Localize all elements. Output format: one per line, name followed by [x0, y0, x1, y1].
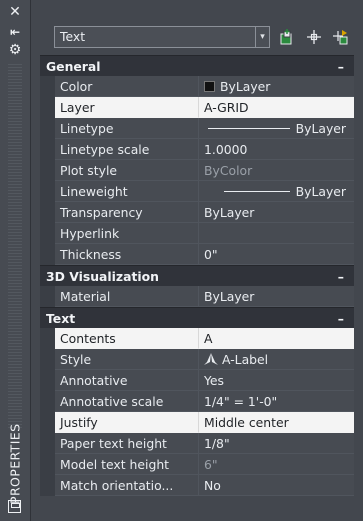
- section-title: 3D Visualization: [46, 269, 159, 284]
- property-value[interactable]: Middle center: [199, 412, 354, 433]
- property-row-annotative-scale[interactable]: Annotative scale 1/4" = 1'-0": [40, 391, 354, 412]
- collapse-icon[interactable]: –: [338, 308, 344, 329]
- property-row-material[interactable]: Material ByLayer: [40, 286, 354, 307]
- property-name: Lineweight: [55, 181, 199, 202]
- property-name: Paper text height: [55, 433, 199, 454]
- property-value[interactable]: A-Label: [199, 349, 354, 370]
- property-row-style[interactable]: Style A-Label: [40, 349, 354, 370]
- property-value[interactable]: A-GRID: [199, 97, 354, 118]
- quick-select-icon[interactable]: [330, 27, 350, 47]
- property-name: Model text height: [55, 454, 199, 475]
- property-value[interactable]: 1/8": [199, 433, 354, 454]
- property-name: Material: [55, 286, 199, 307]
- property-value[interactable]: ByLayer: [199, 202, 354, 223]
- property-name: Thickness: [55, 244, 199, 265]
- property-value[interactable]: 1/4" = 1'-0": [199, 391, 354, 412]
- grip-handle[interactable]: [8, 64, 22, 429]
- property-row-contents[interactable]: Contents A: [40, 328, 354, 349]
- select-objects-icon[interactable]: [304, 27, 324, 47]
- chevron-down-icon[interactable]: ▾: [255, 27, 269, 47]
- property-name: Linetype scale: [55, 139, 199, 160]
- selection-label: Text: [60, 29, 86, 44]
- property-value[interactable]: 0": [199, 244, 354, 265]
- property-name: Layer: [55, 97, 199, 118]
- linetype-preview: [208, 127, 290, 129]
- property-row-linetype[interactable]: Linetype ByLayer: [40, 118, 354, 139]
- property-name: Linetype: [55, 118, 199, 139]
- palette-icon[interactable]: [8, 500, 21, 513]
- property-value: ByColor: [199, 160, 354, 181]
- annotative-icon: [204, 353, 218, 365]
- property-grid: General – Color ByLayer Layer A-GRID Lin…: [40, 55, 354, 496]
- section-3d-visualization[interactable]: 3D Visualization –: [40, 265, 354, 286]
- palette-title: PROPERTIES: [7, 423, 23, 505]
- property-name: Transparency: [55, 202, 199, 223]
- property-row-hyperlink[interactable]: Hyperlink: [40, 223, 354, 244]
- section-text[interactable]: Text –: [40, 307, 354, 328]
- section-title: Text: [46, 311, 76, 326]
- property-row-color[interactable]: Color ByLayer: [40, 76, 354, 97]
- property-row-model-text-height[interactable]: Model text height 6": [40, 454, 354, 475]
- property-value[interactable]: 1.0000: [199, 139, 354, 160]
- property-name: Annotative: [55, 370, 199, 391]
- property-row-thickness[interactable]: Thickness 0": [40, 244, 354, 265]
- lineweight-preview: [224, 190, 290, 192]
- property-value[interactable]: ByLayer: [199, 76, 354, 97]
- property-name: Annotative scale: [55, 391, 199, 412]
- property-name: Hyperlink: [55, 223, 199, 244]
- property-row-annotative[interactable]: Annotative Yes: [40, 370, 354, 391]
- section-title: General: [46, 59, 101, 74]
- property-name: Contents: [55, 328, 199, 349]
- property-value[interactable]: No: [199, 475, 354, 496]
- settings-icon[interactable]: ⚙: [6, 42, 24, 58]
- property-name: Color: [55, 76, 199, 97]
- autohide-icon[interactable]: ⇤: [6, 24, 24, 40]
- property-row-paper-text-height[interactable]: Paper text height 1/8": [40, 433, 354, 454]
- property-row-layer[interactable]: Layer A-GRID: [40, 97, 354, 118]
- color-swatch-icon: [204, 81, 215, 92]
- property-row-plot-style[interactable]: Plot style ByColor: [40, 160, 354, 181]
- property-name: Match orientatio...: [55, 475, 199, 496]
- property-value[interactable]: ByLayer: [199, 181, 354, 202]
- property-row-lineweight[interactable]: Lineweight ByLayer: [40, 181, 354, 202]
- close-icon[interactable]: ✕: [6, 4, 24, 20]
- palette-title-bar: ✕ ⇤ ⚙ PROPERTIES: [0, 0, 31, 521]
- property-row-match-orientation[interactable]: Match orientatio... No: [40, 475, 354, 496]
- property-row-transparency[interactable]: Transparency ByLayer: [40, 202, 354, 223]
- property-name: Style: [55, 349, 199, 370]
- property-value[interactable]: [199, 223, 354, 244]
- selection-dropdown[interactable]: Text ▾: [54, 26, 270, 48]
- property-value[interactable]: Yes: [199, 370, 354, 391]
- property-value: 6": [199, 454, 354, 475]
- collapse-icon[interactable]: –: [338, 266, 344, 287]
- property-row-linetype-scale[interactable]: Linetype scale 1.0000: [40, 139, 354, 160]
- property-value[interactable]: ByLayer: [199, 286, 354, 307]
- section-general[interactable]: General –: [40, 55, 354, 76]
- property-value[interactable]: ByLayer: [199, 118, 354, 139]
- property-row-justify[interactable]: Justify Middle center: [40, 412, 354, 433]
- property-name: Justify: [55, 412, 199, 433]
- collapse-icon[interactable]: –: [338, 56, 344, 77]
- toolbar: Text ▾: [54, 26, 354, 50]
- property-value[interactable]: A: [199, 328, 354, 349]
- property-name: Plot style: [55, 160, 199, 181]
- toggle-pickadd-icon[interactable]: [276, 27, 296, 47]
